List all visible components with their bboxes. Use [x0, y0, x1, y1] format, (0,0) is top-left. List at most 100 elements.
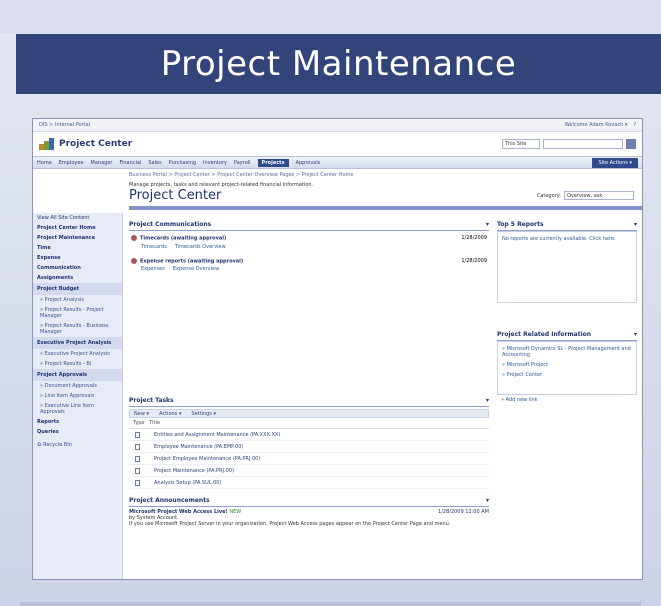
- nav-header-approvals[interactable]: Project Approvals: [33, 369, 122, 381]
- task-title[interactable]: Analysis Setup (PA.SUL.00): [154, 480, 221, 486]
- search-go-icon[interactable]: [626, 139, 636, 149]
- communication-header: Expense reports (awaiting approval) 1/28/…: [131, 257, 487, 264]
- site-title[interactable]: Project Center: [59, 139, 132, 149]
- nav-tab-financial[interactable]: Financial: [119, 160, 141, 166]
- communication-name-wrap: Timecards (awaiting approval): [131, 235, 226, 242]
- communications-webpart: Project Communications ▾ Timecards (await…: [129, 219, 489, 389]
- sp-top-bar: DIS > Internal Portal Welcome Adam Kovac…: [33, 119, 642, 132]
- search-area: This Site: [502, 139, 636, 149]
- task-title[interactable]: Project Employee Maintenance (PA.PRJ.00): [154, 456, 260, 462]
- nav-item[interactable]: Assignments: [33, 273, 122, 283]
- nav-subitem-label: Project Results - Project Manager: [40, 307, 104, 319]
- related-link[interactable]: » Project Center: [498, 370, 636, 380]
- nav-header-budget[interactable]: Project Budget: [33, 283, 122, 295]
- communication-name[interactable]: Timecards (awaiting approval): [140, 236, 226, 242]
- webpart-menu-icon[interactable]: ▾: [486, 497, 489, 504]
- site-actions-button[interactable]: Site Actions ▾: [592, 158, 638, 168]
- related-link[interactable]: » Microsoft Project: [498, 360, 636, 370]
- nav-tab-payroll[interactable]: Payroll: [234, 160, 251, 166]
- nav-subitem[interactable]: » Project Results - Project Manager: [33, 305, 122, 321]
- communication-header: Timecards (awaiting approval) 1/28/2009: [131, 235, 487, 242]
- nav-subitem[interactable]: » Line Item Approvals: [33, 391, 122, 401]
- welcome-menu[interactable]: Welcome Adam Kovach ▾: [565, 122, 628, 128]
- document-icon: [135, 455, 140, 462]
- nav-subitem[interactable]: » Project Analysis: [33, 295, 122, 305]
- task-title[interactable]: Project Maintenance (PA.PRJ.00): [154, 468, 234, 474]
- task-title[interactable]: Employee Maintenance (PA.EMP.00): [154, 444, 243, 450]
- toolbar-menu[interactable]: Settings ▾: [191, 411, 216, 417]
- help-icon[interactable]: ?: [633, 122, 636, 128]
- nav-tab-inventory[interactable]: Inventory: [203, 160, 227, 166]
- communication-name[interactable]: Expense reports (awaiting approval): [140, 258, 243, 264]
- view-all-link[interactable]: View All Site Content: [33, 213, 122, 223]
- nav-tab-purchasing[interactable]: Purchasing: [169, 160, 196, 166]
- toolbar-menu[interactable]: Actions ▾: [159, 411, 181, 417]
- nav-tab-projects[interactable]: Projects: [257, 158, 289, 167]
- table-row[interactable]: Project Employee Maintenance (PA.PRJ.00): [129, 453, 489, 465]
- recycle-bin-label: Recycle Bin: [43, 442, 72, 448]
- nav-item[interactable]: Communication: [33, 263, 122, 273]
- nav-tab-approvals[interactable]: Approvals: [296, 160, 321, 166]
- document-icon: [135, 467, 140, 474]
- webpart-menu-icon[interactable]: ▾: [634, 331, 637, 338]
- col-type[interactable]: Type: [133, 420, 144, 426]
- col-title[interactable]: Title: [149, 420, 160, 426]
- nav-item[interactable]: Expense: [33, 253, 122, 263]
- document-icon: [135, 479, 140, 486]
- communication-link-b[interactable]: Timecards Overview: [175, 244, 226, 250]
- nav-tab-home[interactable]: Home: [37, 160, 52, 166]
- table-row[interactable]: Analysis Setup (PA.SUL.00): [129, 477, 489, 489]
- related-webpart: Project Related Information ▾ » Microsoft…: [497, 329, 637, 405]
- sharepoint-screenshot: DIS > Internal Portal Welcome Adam Kovac…: [32, 118, 643, 580]
- category-select[interactable]: Overview, ask: [564, 191, 634, 200]
- webpart-menu-icon[interactable]: ▾: [634, 221, 637, 228]
- webpart-menu-icon[interactable]: ▾: [486, 221, 489, 228]
- sp-breadcrumb-top[interactable]: DIS > Internal Portal: [39, 122, 90, 128]
- search-input[interactable]: [543, 139, 623, 149]
- related-title: Project Related Information: [497, 331, 592, 338]
- add-link-label: Add new link: [505, 397, 538, 403]
- slide-bottom-band: [20, 602, 641, 606]
- top5-body[interactable]: No reports are currently available. Clic…: [497, 231, 637, 303]
- nav-subitem[interactable]: » Document Approvals: [33, 381, 122, 391]
- nav-reports[interactable]: Reports: [33, 417, 122, 427]
- nav-tab-employee[interactable]: Employee: [59, 160, 84, 166]
- announcement-date: 1/28/2009 12:00 AM: [438, 509, 489, 515]
- main-zone: Project Communications ▾ Timecards (await…: [129, 219, 489, 579]
- nav-item[interactable]: Project Center Home: [33, 223, 122, 233]
- task-title[interactable]: Entities and Assignment Maintenance (PA.…: [154, 432, 280, 438]
- nav-item[interactable]: Project Maintenance: [33, 233, 122, 243]
- announcement-body: If you use Microsoft Project Server in y…: [129, 521, 451, 527]
- search-scope-select[interactable]: This Site: [502, 139, 540, 149]
- nav-subitem[interactable]: » Executive Line Item Approvals: [33, 401, 122, 417]
- communication-link-b[interactable]: Expense Overview: [173, 266, 219, 272]
- breadcrumb[interactable]: Business Portal > Project Center > Proje…: [33, 169, 642, 178]
- tasks-title: Project Tasks: [129, 397, 174, 404]
- nav-tab-sales[interactable]: Sales: [148, 160, 161, 166]
- category-filter: Category: Overview, ask: [537, 191, 634, 200]
- document-icon: [135, 443, 140, 450]
- table-row[interactable]: Project Maintenance (PA.PRJ.00): [129, 465, 489, 477]
- toolbar-menu[interactable]: New ▾: [134, 411, 149, 417]
- add-link[interactable]: » Add new link: [497, 395, 637, 405]
- nav-header-executive[interactable]: Executive Project Analysis: [33, 337, 122, 349]
- nav-subitem[interactable]: » Project Results - Business Manager: [33, 321, 122, 337]
- nav-tab-manager[interactable]: Manager: [91, 160, 113, 166]
- nav-item[interactable]: Time: [33, 243, 122, 253]
- communication-link-a[interactable]: Timecards: [141, 244, 167, 250]
- table-row[interactable]: Entities and Assignment Maintenance (PA.…: [129, 429, 489, 441]
- announcements-title: Project Announcements: [129, 497, 210, 504]
- nav-subitem[interactable]: » Executive Project Analysis: [33, 349, 122, 359]
- top-nav: Home Employee Manager Financial Sales Purchas…: [33, 156, 642, 169]
- related-link[interactable]: » Microsoft Dynamics SL - Project Manage…: [498, 344, 636, 360]
- recycle-bin-link[interactable]: ♻ Recycle Bin: [33, 437, 122, 453]
- nav-queries[interactable]: Queries: [33, 427, 122, 437]
- nav-subitem[interactable]: » Project Results - BI: [33, 359, 122, 369]
- page-title-row: Project Center Category: Overview, ask: [33, 188, 642, 203]
- communication-links: Timecards Timecards Overview: [131, 244, 487, 250]
- page-title: Project Center: [129, 188, 222, 203]
- communication-link-a[interactable]: Expenses: [141, 266, 165, 272]
- webpart-menu-icon[interactable]: ▾: [486, 397, 489, 404]
- communication-item: Timecards (awaiting approval) 1/28/2009 Ti…: [131, 235, 487, 250]
- table-row[interactable]: Employee Maintenance (PA.EMP.00): [129, 441, 489, 453]
